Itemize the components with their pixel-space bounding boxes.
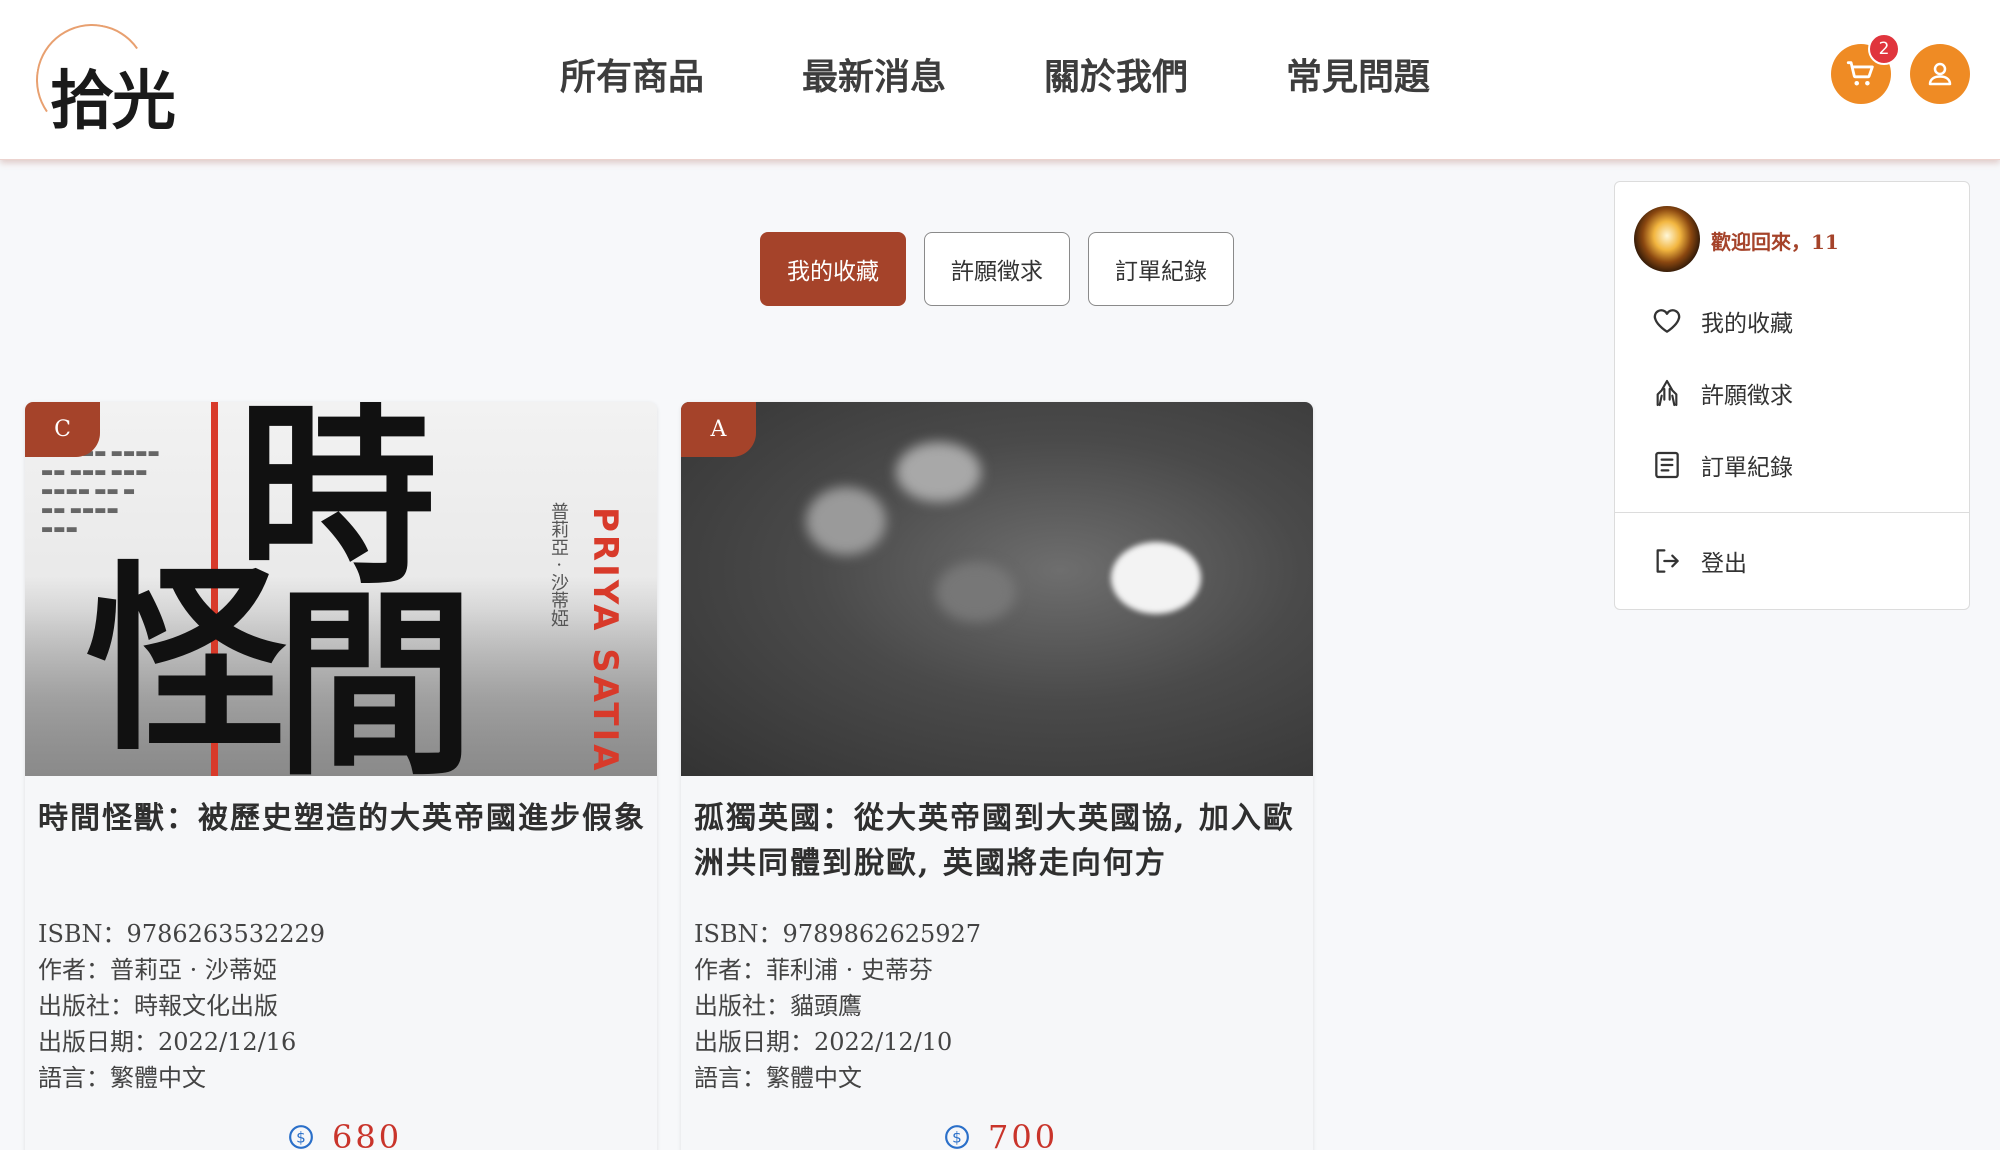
cover-light	[1111, 542, 1201, 614]
cart-count-badge: 2	[1868, 33, 1900, 65]
product-price: $ 700	[944, 1118, 1058, 1150]
menu-item-wishlist[interactable]: 許願徵求	[1651, 376, 1793, 410]
user-menu-button[interactable]	[1910, 44, 1970, 104]
product-date: 出版日期：2022/12/10	[694, 1028, 953, 1056]
nav-item-news[interactable]: 最新消息	[802, 48, 946, 100]
svg-text:$: $	[296, 1128, 306, 1146]
product-card[interactable]: A 孤獨英國：從大英帝國到大英國協, 加入歐洲共同體到脫歐, 英國將走向何方 I…	[681, 402, 1313, 1150]
heart-icon	[1653, 309, 1681, 333]
product-publisher: 出版社：貓頭鷹	[694, 992, 862, 1020]
condition-badge: A	[681, 402, 756, 457]
product-date: 出版日期：2022/12/16	[38, 1028, 297, 1056]
menu-item-label: 登出	[1701, 551, 1747, 577]
avatar	[1634, 206, 1700, 272]
welcome-text: 歡迎回來，11	[1711, 230, 1839, 254]
product-isbn: ISBN：9789862625927	[694, 920, 982, 948]
cover-author-en: PRIYA SATIA	[585, 507, 625, 774]
cover-light	[806, 487, 886, 555]
menu-divider	[1615, 512, 1969, 513]
product-title[interactable]: 孤獨英國：從大英帝國到大英國協, 加入歐洲共同體到脫歐, 英國將走向何方	[694, 796, 1304, 886]
product-title[interactable]: 時間怪獸：被歷史塑造的大英帝國進步假象	[38, 796, 648, 841]
menu-item-label: 我的收藏	[1701, 311, 1793, 337]
product-isbn: ISBN：9786263532229	[38, 920, 326, 948]
book-cover-image[interactable]: ▬▬▬ ▬▬ ▬▬▬▬ ▬▬ ▬▬▬ ▬▬▬ ▬▬▬▬ ▬▬ ▬ ▬▬ ▬▬▬▬ ▬▬▬…	[25, 402, 657, 776]
product-info: ISBN：9789862625927 作者：菲利浦 · 史蒂芬 出版社：貓頭鷹 …	[694, 916, 981, 1096]
logout-icon	[1656, 549, 1679, 573]
product-author: 作者：普莉亞 · 沙蒂婭	[38, 956, 277, 984]
product-card[interactable]: ▬▬▬ ▬▬ ▬▬▬▬ ▬▬ ▬▬▬ ▬▬▬ ▬▬▬▬ ▬▬ ▬ ▬▬ ▬▬▬▬ ▬▬▬…	[25, 402, 657, 1150]
document-icon	[1655, 451, 1679, 479]
book-cover-image[interactable]	[681, 402, 1313, 776]
tab-orders[interactable]: 訂單紀錄	[1088, 232, 1234, 306]
product-info: ISBN：9786263532229 作者：普莉亞 · 沙蒂婭 出版社：時報文化…	[38, 916, 325, 1096]
coin-icon: $	[289, 1125, 313, 1149]
product-language: 語言：繁體中文	[694, 1064, 862, 1092]
tab-wishlist[interactable]: 許願徵求	[924, 232, 1070, 306]
main-nav: 所有商品 最新消息 關於我們 常見問題	[560, 48, 1430, 100]
condition-badge: C	[25, 402, 100, 457]
cart-icon	[1846, 61, 1874, 86]
cover-author: 普莉亞 · 沙蒂婭	[548, 502, 569, 628]
price-value: 700	[988, 1118, 1059, 1150]
product-language: 語言：繁體中文	[38, 1064, 206, 1092]
menu-item-logout[interactable]: 登出	[1651, 544, 1747, 578]
cover-char: 怪	[85, 545, 286, 776]
svg-text:$: $	[952, 1128, 962, 1146]
product-publisher: 出版社：時報文化出版	[38, 992, 278, 1020]
nav-item-faq[interactable]: 常見問題	[1286, 48, 1430, 100]
cover-light	[936, 562, 1016, 622]
nav-item-about[interactable]: 關於我們	[1044, 48, 1188, 100]
site-header: 拾光 所有商品 最新消息 關於我們 常見問題 2	[0, 0, 2000, 160]
cover-char: 間	[275, 570, 476, 777]
cover-light	[896, 442, 981, 502]
nav-item-all-products[interactable]: 所有商品	[560, 48, 704, 100]
menu-item-label: 訂單紀錄	[1701, 455, 1793, 481]
price-value: 680	[332, 1118, 403, 1150]
brand-logo[interactable]: 拾光	[27, 15, 184, 145]
product-author: 作者：菲利浦 · 史蒂芬	[694, 956, 933, 984]
praying-hands-icon	[1656, 379, 1678, 407]
product-price: $ 680	[288, 1118, 402, 1150]
menu-item-label: 許願徵求	[1701, 383, 1793, 409]
menu-item-orders[interactable]: 訂單紀錄	[1651, 448, 1793, 482]
coin-icon: $	[945, 1125, 969, 1149]
user-icon	[1928, 62, 1952, 86]
menu-item-favorites[interactable]: 我的收藏	[1651, 304, 1793, 338]
logo-text: 拾光	[50, 64, 176, 139]
cover-blurb: ▬▬▬ ▬▬ ▬▬▬▬ ▬▬ ▬▬▬ ▬▬▬ ▬▬▬▬ ▬▬ ▬ ▬▬ ▬▬▬▬ ▬▬▬	[41, 446, 160, 537]
tab-favorites[interactable]: 我的收藏	[760, 232, 906, 306]
user-dropdown-menu: 歡迎回來，11 我的收藏 許願徵求 訂單紀錄 登出	[1614, 181, 1970, 610]
